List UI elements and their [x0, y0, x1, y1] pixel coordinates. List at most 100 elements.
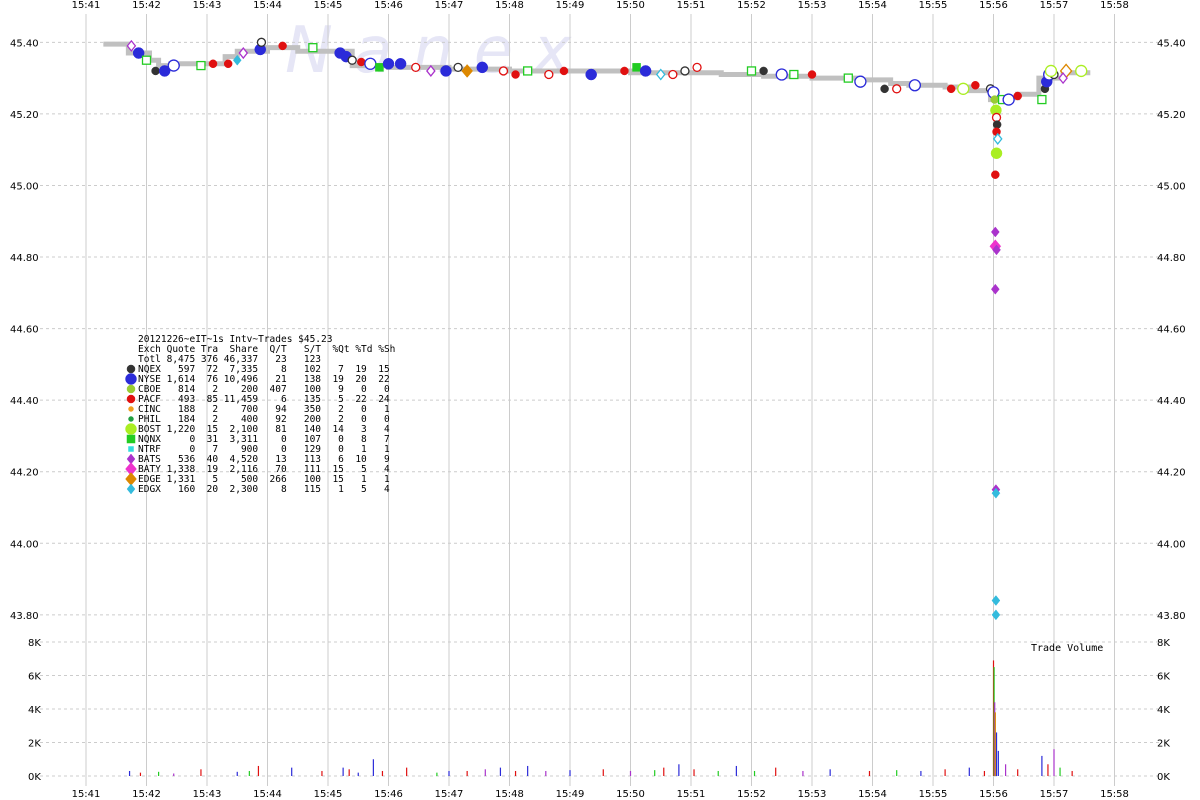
trade-point — [854, 75, 867, 88]
trade-point — [908, 79, 921, 92]
price-tick-right: 45.00 — [1157, 181, 1186, 192]
trade-point — [256, 37, 267, 47]
volume-tick-right: 2K — [1157, 739, 1170, 750]
trade-point — [375, 63, 384, 72]
volume-tick-left: 4K — [28, 705, 41, 716]
price-tick-right: 44.00 — [1157, 539, 1186, 550]
volume-tick-right: 8K — [1157, 638, 1170, 649]
trade-point — [453, 62, 463, 73]
time-tick-bottom: 15:47 — [435, 789, 464, 800]
price-tick-left: 44.20 — [10, 468, 39, 479]
volume-tick-right: 6K — [1157, 672, 1170, 683]
trade-point — [632, 63, 641, 72]
trade-point — [1075, 64, 1088, 78]
time-tick-bottom: 15:51 — [677, 789, 706, 800]
time-tick-top: 15:48 — [495, 0, 524, 11]
trade-point — [167, 59, 180, 72]
trade-point — [892, 84, 902, 94]
time-tick-bottom: 15:53 — [798, 789, 827, 800]
trade-markers — [126, 37, 1088, 621]
trade-point — [196, 60, 206, 71]
trade-point — [971, 81, 980, 90]
price-tick-right: 44.40 — [1157, 396, 1186, 407]
legend-marker-bost — [125, 423, 137, 435]
volume-tick-right: 4K — [1157, 705, 1170, 716]
trade-point — [308, 43, 318, 53]
time-tick-top: 15:43 — [193, 0, 222, 11]
legend-marker-edgx — [126, 483, 136, 495]
trade-point — [544, 69, 554, 80]
time-tick-bottom: 15:48 — [495, 789, 524, 800]
trade-point — [523, 66, 533, 76]
legend-marker-phil — [128, 416, 134, 422]
time-tick-bottom: 15:57 — [1040, 789, 1069, 800]
trade-point — [668, 69, 678, 80]
price-tick-right: 45.20 — [1157, 110, 1186, 121]
trade-point — [990, 226, 1000, 238]
volume-tick-left: 6K — [28, 672, 41, 683]
time-tick-top: 15:49 — [556, 0, 585, 11]
trade-point — [223, 59, 233, 69]
time-tick-bottom: 15:58 — [1100, 789, 1129, 800]
trade-point — [411, 62, 421, 73]
trade-point — [440, 65, 452, 77]
time-tick-top: 15:55 — [919, 0, 948, 11]
trade-point — [991, 170, 1000, 179]
price-tick-left: 44.60 — [10, 325, 39, 336]
trade-point — [990, 283, 1000, 295]
price-tick-left: 45.20 — [10, 110, 39, 121]
volume-label: Trade Volume — [1031, 643, 1103, 654]
trade-point — [775, 68, 788, 81]
trade-point — [278, 41, 287, 51]
time-tick-bottom: 15:52 — [737, 789, 766, 800]
time-tick-bottom: 15:42 — [132, 789, 161, 800]
time-tick-top: 15:51 — [677, 0, 706, 11]
trade-point — [990, 95, 999, 104]
legend-marker-nyse — [125, 373, 137, 385]
trade-point — [620, 66, 629, 76]
trade-point — [990, 147, 1003, 159]
trade-point — [1013, 91, 1022, 101]
trade-point — [1037, 94, 1047, 105]
time-tick-top: 15:47 — [435, 0, 464, 11]
legend-table: 20121226~eIT~1s Intv~Trades $45.23 Exch … — [125, 334, 395, 495]
volume-bars — [128, 660, 1073, 776]
time-tick-bottom: 15:50 — [616, 789, 645, 800]
price-tick-left: 45.00 — [10, 181, 39, 192]
trade-point — [141, 55, 152, 65]
time-tick-bottom: 15:55 — [919, 789, 948, 800]
legend-marker-cboe — [126, 384, 136, 394]
legend-marker-cinc — [128, 406, 134, 412]
trade-point — [585, 68, 597, 81]
trade-point — [394, 58, 407, 70]
trade-point — [476, 61, 489, 74]
volume-tick-left: 8K — [28, 638, 41, 649]
volume-tick-right: 0K — [1157, 772, 1170, 783]
trade-point — [559, 66, 569, 76]
time-tick-top: 15:46 — [374, 0, 403, 11]
time-tick-top: 15:45 — [314, 0, 343, 11]
time-tick-top: 15:50 — [616, 0, 645, 11]
trade-point — [692, 62, 702, 73]
trade-point — [880, 84, 889, 94]
time-tick-bottom: 15:41 — [72, 789, 101, 800]
trade-point — [957, 82, 970, 95]
trade-point — [759, 66, 768, 76]
trade-point — [357, 57, 366, 67]
time-tick-top: 15:44 — [253, 0, 282, 11]
trade-point — [992, 120, 1002, 129]
trade-point — [946, 84, 956, 94]
trade-point — [498, 66, 509, 76]
time-tick-bottom: 15:43 — [193, 789, 222, 800]
time-tick-top: 15:54 — [858, 0, 887, 11]
price-tick-right: 45.40 — [1157, 38, 1186, 49]
price-tick-right: 44.80 — [1157, 253, 1186, 264]
time-tick-bottom: 15:45 — [314, 789, 343, 800]
time-tick-bottom: 15:46 — [374, 789, 403, 800]
trade-point — [680, 66, 690, 76]
trade-point — [151, 66, 160, 76]
trade-point — [789, 69, 799, 80]
trade-point — [843, 73, 853, 83]
trade-point — [991, 112, 1002, 123]
nbbo-band — [103, 41, 1091, 103]
